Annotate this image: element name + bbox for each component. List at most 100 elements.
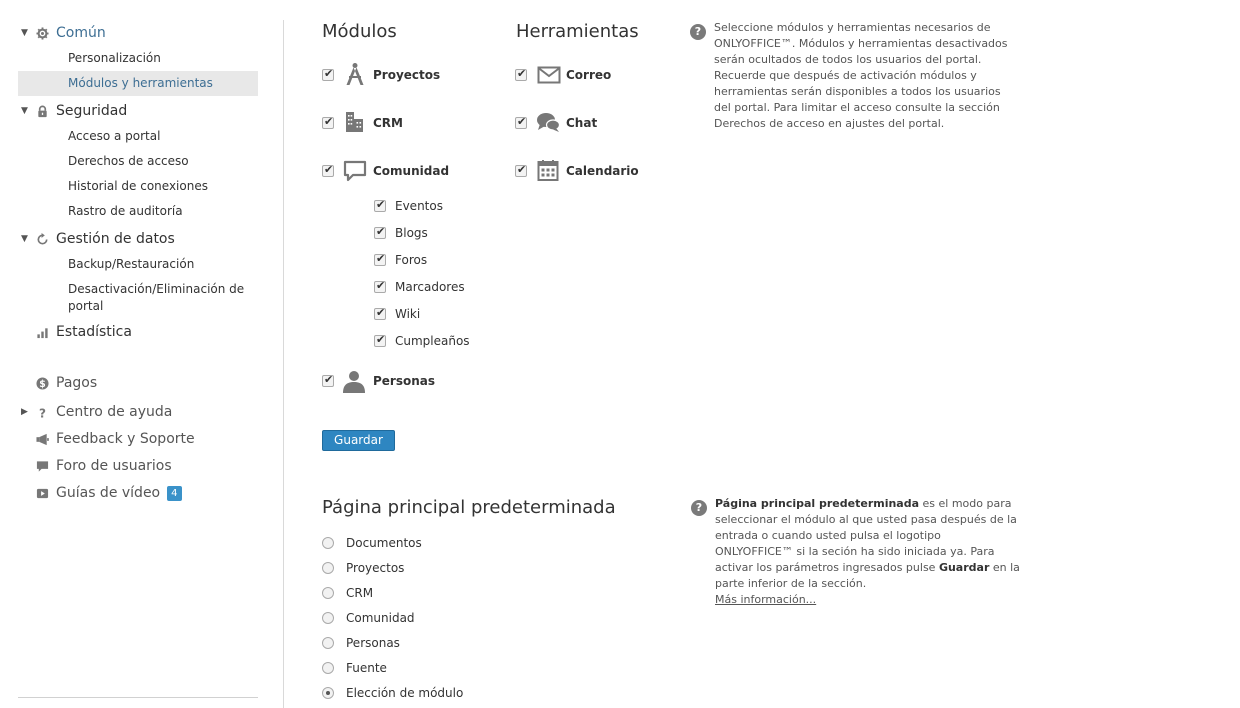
svg-text:$: $ xyxy=(39,379,45,390)
sidebar-item-historial[interactable]: Historial de conexiones xyxy=(18,174,258,199)
submodule-label-cumpleanos: Cumpleaños xyxy=(395,334,470,348)
info-bold-save: Guardar xyxy=(938,561,990,574)
guias-label: Guías de vídeo xyxy=(56,485,161,501)
sidebar-section-seguridad[interactable]: ▼ Seguridad xyxy=(18,98,258,124)
checkbox-calendario[interactable] xyxy=(515,163,527,177)
submodule-label-eventos: Eventos xyxy=(395,199,443,213)
sidebar-link-label: Foro de usuarios xyxy=(56,458,172,474)
collapse-arrow-icon[interactable]: ▶ xyxy=(21,399,31,425)
tool-label-correo: Correo xyxy=(566,68,612,82)
sidebar-item-desactivacion[interactable]: Desactivación/Eliminación de portal xyxy=(18,277,248,319)
checkbox-blogs[interactable] xyxy=(374,225,386,239)
radio-label-proyectos: Proyectos xyxy=(346,561,405,575)
checkbox-chat[interactable] xyxy=(515,115,527,129)
sidebar-section-comun[interactable]: ▼ Común xyxy=(18,20,258,46)
radio-label-comunidad: Comunidad xyxy=(346,611,415,625)
module-label-crm: CRM xyxy=(373,116,403,130)
homepage-title: Página principal predeterminada xyxy=(322,497,616,518)
submodule-label-wiki: Wiki xyxy=(395,307,421,321)
save-button[interactable]: Guardar xyxy=(322,430,395,451)
radio-documentos[interactable] xyxy=(322,537,334,549)
radio-label-documentos: Documentos xyxy=(346,536,422,550)
help-icon: ? xyxy=(691,500,707,516)
video-play-icon xyxy=(36,488,49,499)
sidebar-link-label: Centro de ayuda xyxy=(56,404,173,420)
tool-label-calendario: Calendario xyxy=(566,164,639,178)
sidebar-link-label: Feedback y Soporte xyxy=(56,431,195,447)
count-badge: 4 xyxy=(167,486,182,501)
radio-personas[interactable] xyxy=(322,637,334,649)
svg-text:?: ? xyxy=(39,407,46,419)
sidebar-divider xyxy=(18,697,258,698)
sidebar-item-rastro[interactable]: Rastro de auditoría xyxy=(18,199,258,224)
sidebar-section-label: Estadística xyxy=(56,324,132,340)
speech-bubble-icon xyxy=(36,461,49,472)
checkbox-proyectos[interactable] xyxy=(322,67,334,81)
radio-eleccion-modulo[interactable] xyxy=(322,687,334,699)
projects-compass-icon xyxy=(346,63,364,85)
checkbox-eventos[interactable] xyxy=(374,198,386,212)
expand-arrow-icon[interactable]: ▼ xyxy=(21,20,31,46)
bar-chart-icon xyxy=(37,328,48,339)
modules-info-text: Seleccione módulos y herramientas necesa… xyxy=(714,21,1008,130)
sidebar-item-modulos[interactable]: Módulos y herramientas xyxy=(18,71,258,96)
sidebar-item-backup[interactable]: Backup/Restauración xyxy=(18,252,258,277)
tools-title: Herramientas xyxy=(516,21,639,42)
radio-fuente[interactable] xyxy=(322,662,334,674)
module-label-proyectos: Proyectos xyxy=(373,68,441,82)
checkbox-cumpleanos[interactable] xyxy=(374,333,386,347)
sidebar-item-derechos-acceso[interactable]: Derechos de acceso xyxy=(18,149,258,174)
sidebar-section-label: Gestión de datos xyxy=(56,231,175,247)
help-icon: ? xyxy=(690,24,706,40)
refresh-icon xyxy=(37,233,48,245)
sidebar-link-foro[interactable]: Foro de usuarios xyxy=(18,453,258,479)
module-label-personas: Personas xyxy=(373,374,436,388)
radio-proyectos[interactable] xyxy=(322,562,334,574)
mail-icon xyxy=(537,66,561,84)
sidebar-item-personalizacion[interactable]: Personalización xyxy=(18,46,258,71)
expand-arrow-icon[interactable]: ▼ xyxy=(21,98,31,124)
submodule-label-foros: Foros xyxy=(395,253,428,267)
radio-comunidad[interactable] xyxy=(322,612,334,624)
checkbox-personas[interactable] xyxy=(322,373,334,387)
calendar-icon xyxy=(537,160,559,181)
checkbox-correo[interactable] xyxy=(515,67,527,81)
person-icon xyxy=(343,371,365,393)
crm-building-icon xyxy=(346,112,363,132)
gear-icon xyxy=(36,27,49,40)
checkbox-wiki[interactable] xyxy=(374,306,386,320)
checkbox-crm[interactable] xyxy=(322,115,334,129)
module-label-comunidad: Comunidad xyxy=(373,164,450,178)
radio-crm[interactable] xyxy=(322,587,334,599)
radio-label-personas: Personas xyxy=(346,636,400,650)
submodule-label-marcadores: Marcadores xyxy=(395,280,465,294)
sidebar-link-label: Guías de vídeo 4 xyxy=(56,480,182,506)
radio-label-crm: CRM xyxy=(346,586,374,600)
community-chat-icon xyxy=(343,160,367,182)
tool-label-chat: Chat xyxy=(566,116,598,130)
radio-label-fuente: Fuente xyxy=(346,661,387,675)
sidebar-link-feedback[interactable]: Feedback y Soporte xyxy=(18,426,258,452)
chat-bubbles-icon xyxy=(537,113,560,132)
lock-icon xyxy=(38,105,47,118)
sidebar-section-label: Común xyxy=(56,25,106,41)
sidebar-link-label: Pagos xyxy=(56,375,98,391)
sidebar-link-centro-ayuda[interactable]: ▶ ? Centro de ayuda xyxy=(18,399,258,425)
radio-label-eleccion-modulo: Elección de módulo xyxy=(346,686,464,700)
sidebar-link-pagos[interactable]: $ Pagos xyxy=(18,370,258,396)
expand-arrow-icon[interactable]: ▼ xyxy=(21,226,31,252)
vertical-divider xyxy=(283,20,284,708)
homepage-info-text: Página principal predeterminada es el mo… xyxy=(715,496,1020,608)
question-icon: ? xyxy=(39,407,46,419)
sidebar: ▼ Común Personalización Módulos y herram… xyxy=(18,20,258,506)
sidebar-section-gestion[interactable]: ▼ Gestión de datos xyxy=(18,226,258,252)
checkbox-foros[interactable] xyxy=(374,252,386,266)
checkbox-comunidad[interactable] xyxy=(322,163,334,177)
sidebar-item-acceso-portal[interactable]: Acceso a portal xyxy=(18,124,258,149)
sidebar-section-estadistica[interactable]: Estadística xyxy=(18,319,258,345)
more-info-link[interactable]: Más información... xyxy=(715,593,816,606)
checkbox-marcadores[interactable] xyxy=(374,279,386,293)
info-bold-title: Página principal predeterminada xyxy=(715,497,920,510)
sidebar-link-guias[interactable]: Guías de vídeo 4 xyxy=(18,480,258,506)
submodule-label-blogs: Blogs xyxy=(395,226,428,240)
